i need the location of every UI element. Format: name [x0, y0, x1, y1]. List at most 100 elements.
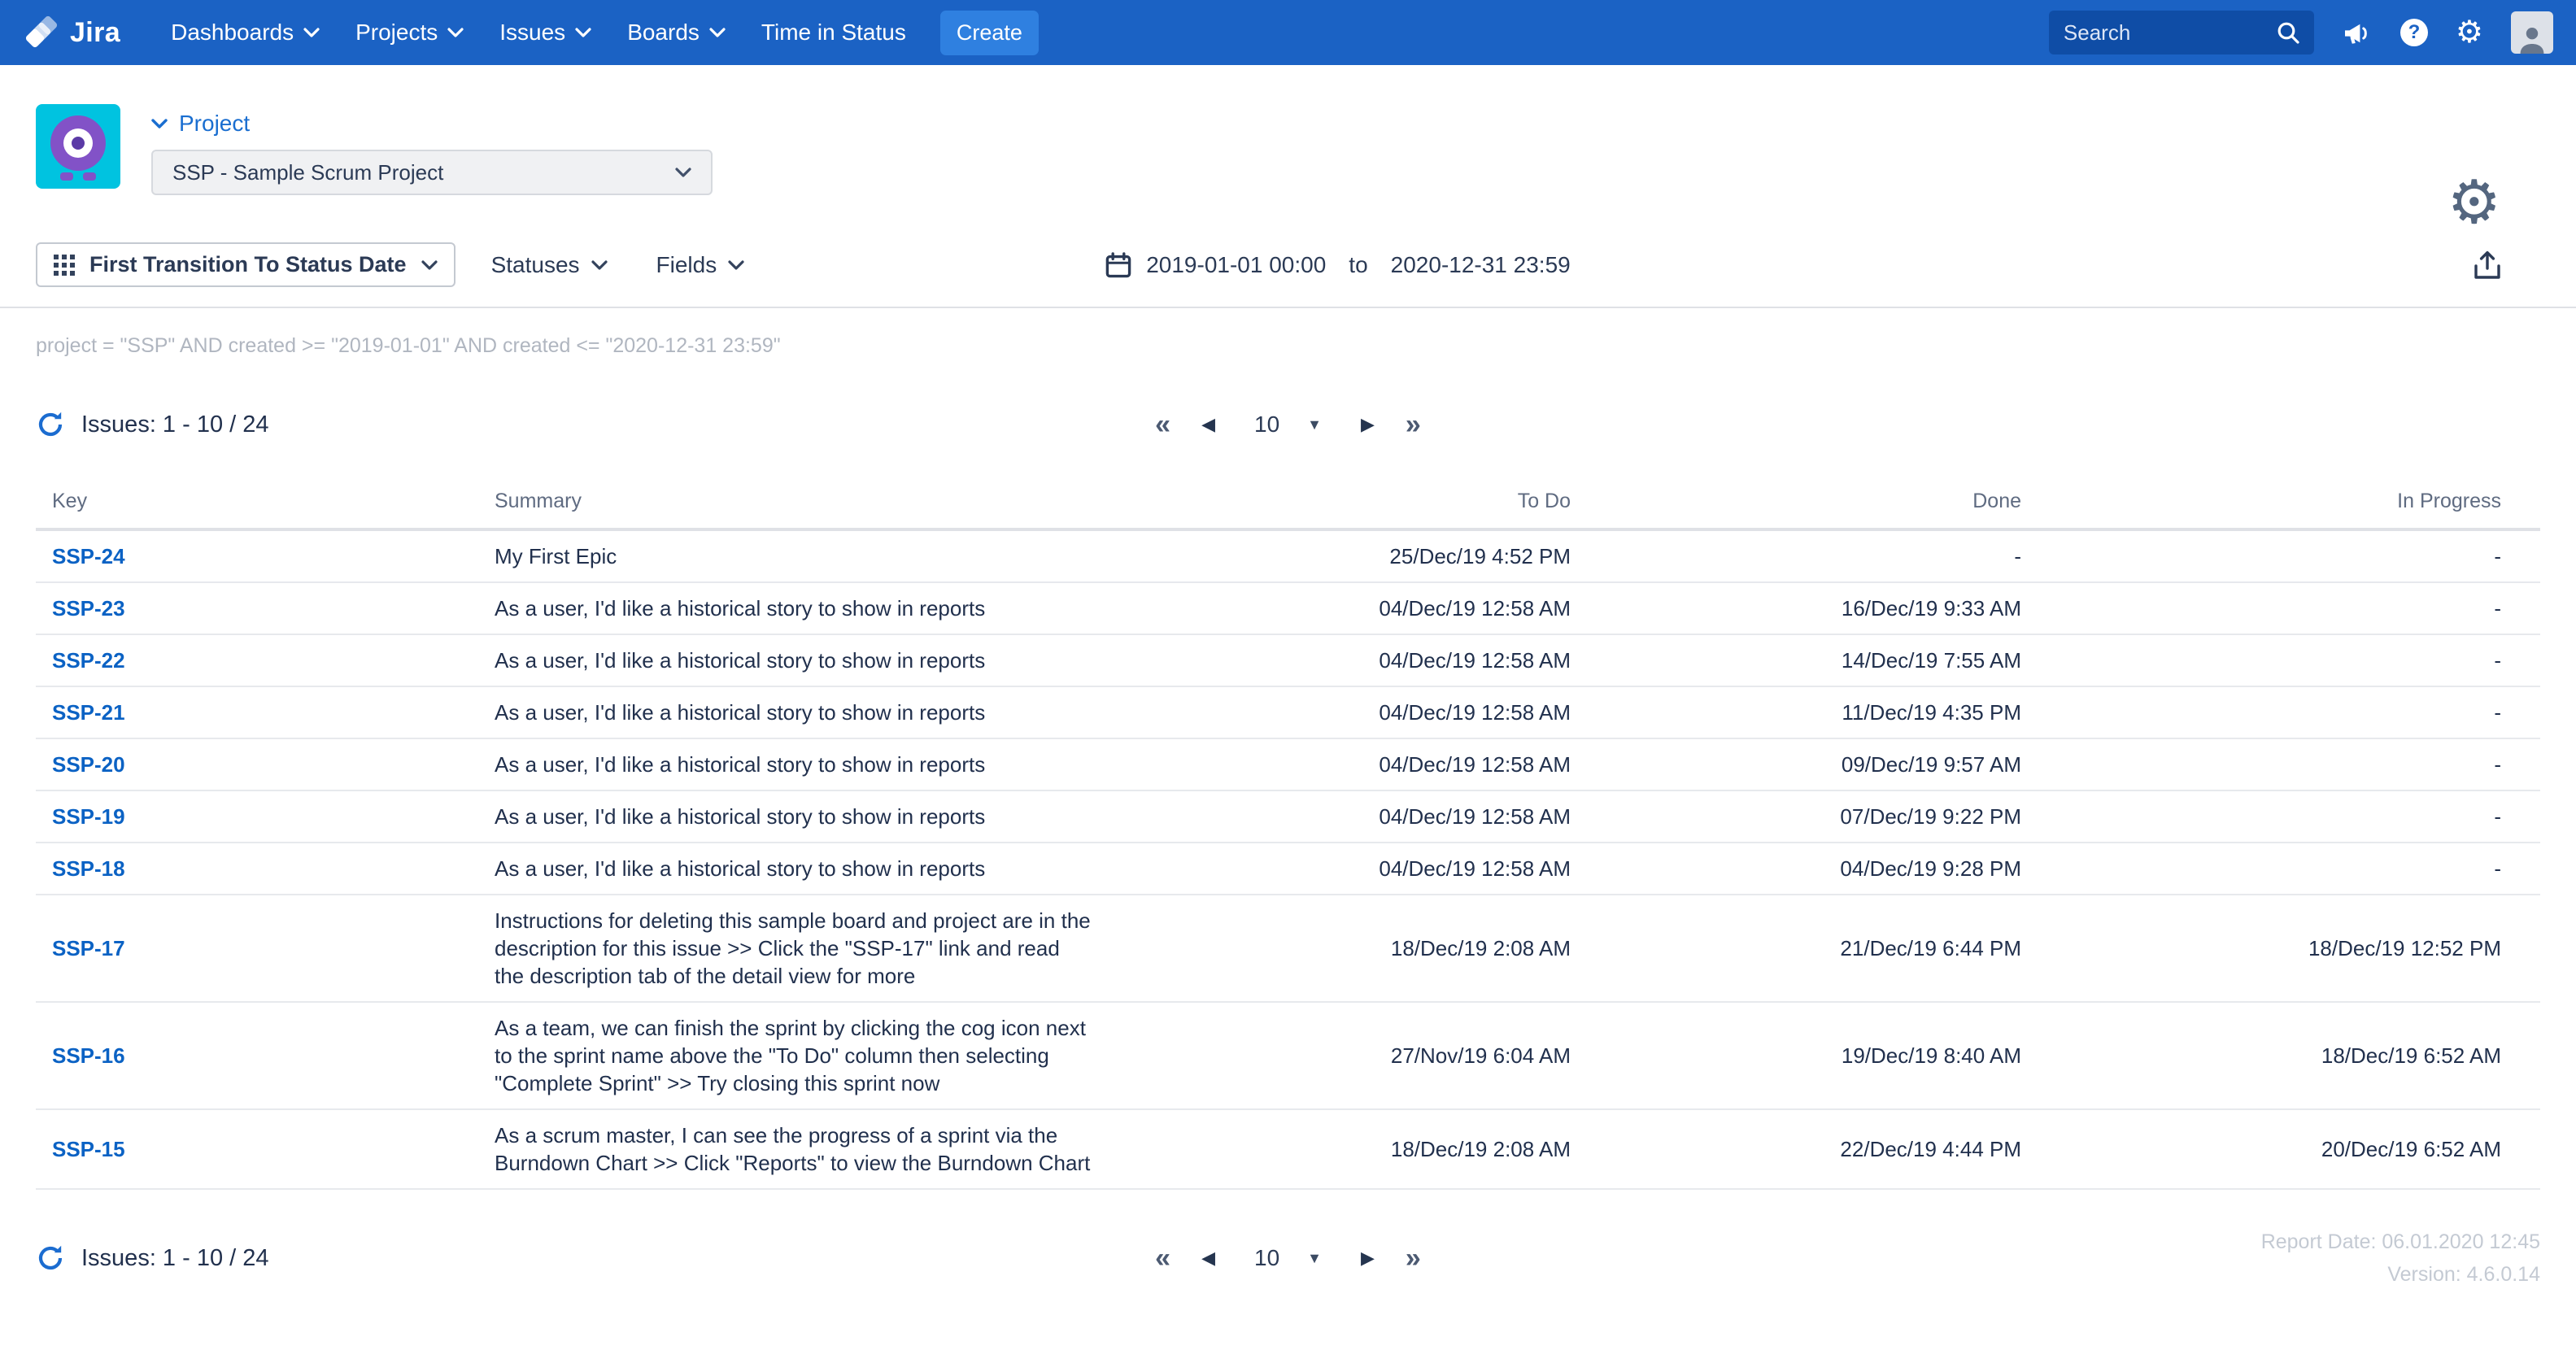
first-page-button[interactable]: «	[1155, 411, 1170, 438]
menu-time-in-status[interactable]: Time in Status	[743, 0, 924, 65]
issue-inprogress-cell: -	[2021, 738, 2540, 791]
column-header-done: Done	[1571, 475, 2021, 531]
search-box[interactable]	[2048, 11, 2314, 54]
next-page-button[interactable]: ▶	[1361, 416, 1375, 433]
issue-key-link[interactable]: SSP-23	[52, 596, 125, 621]
date-range-picker[interactable]: 2019-01-01 00:00 to 2020-12-31 23:59	[1105, 252, 1571, 278]
report-date-label: Report Date: 06.01.2020 12:45	[2260, 1230, 2540, 1253]
menu-time-in-status-label: Time in Status	[761, 20, 906, 45]
search-icon[interactable]	[2277, 21, 2299, 44]
table-row: SSP-23 As a user, I'd like a historical …	[36, 582, 2540, 635]
issue-key-link[interactable]: SSP-15	[52, 1137, 125, 1161]
refresh-icon[interactable]	[36, 410, 65, 439]
table-row: SSP-24 My First Epic 25/Dec/19 4:52 PM -…	[36, 529, 2540, 583]
issue-summary-cell: As a scrum master, I can see the progres…	[495, 1109, 1131, 1190]
project-select[interactable]: SSP - Sample Scrum Project	[151, 150, 713, 195]
last-page-button[interactable]: »	[1406, 1244, 1421, 1272]
issue-done-cell: -	[1571, 529, 2021, 583]
previous-page-button[interactable]: ◀	[1201, 416, 1215, 433]
menu-projects[interactable]: Projects	[338, 0, 482, 65]
column-header-key: Key	[36, 475, 495, 531]
fields-dropdown[interactable]: Fields	[656, 252, 745, 278]
menu-issues[interactable]: Issues	[482, 0, 609, 65]
chevron-down-icon	[575, 28, 591, 37]
issue-summary-cell: As a user, I'd like a historical story t…	[495, 634, 1131, 687]
issue-inprogress-cell: 18/Dec/19 6:52 AM	[2021, 1002, 2540, 1110]
user-avatar[interactable]	[2511, 11, 2553, 54]
issue-key-cell: SSP-23	[36, 582, 495, 635]
export-button[interactable]	[2474, 250, 2501, 280]
first-page-button[interactable]: «	[1155, 1244, 1170, 1272]
feedback-megaphone-icon[interactable]	[2342, 19, 2373, 46]
date-to: 2020-12-31 23:59	[1390, 251, 1571, 277]
report-settings-gear-icon[interactable]: ⚙	[2447, 172, 2501, 233]
jira-logo-icon	[24, 15, 59, 49]
jql-filter-text: project = "SSP" AND created >= "2019-01-…	[36, 334, 781, 357]
issue-todo-cell: 18/Dec/19 2:08 AM	[1131, 895, 1571, 1003]
pagination-bottom: « ◀ 10 ▼ ▶ »	[1155, 1239, 1421, 1278]
main-menu: Dashboards Projects Issues Boards Time i…	[153, 0, 924, 65]
issue-inprogress-cell: 18/Dec/19 12:52 PM	[2021, 895, 2540, 1003]
search-input[interactable]	[2063, 20, 2267, 46]
issue-key-link[interactable]: SSP-22	[52, 648, 125, 673]
issue-inprogress-cell: 20/Dec/19 6:52 AM	[2021, 1109, 2540, 1190]
last-page-button[interactable]: »	[1406, 411, 1421, 438]
issue-todo-cell: 04/Dec/19 12:58 AM	[1131, 738, 1571, 791]
menu-dashboards-label: Dashboards	[171, 20, 294, 45]
next-page-button[interactable]: ▶	[1361, 1249, 1375, 1267]
export-icon	[2474, 250, 2501, 285]
issue-key-cell: SSP-17	[36, 895, 495, 1003]
issues-table: Key Summary To Do Done In Progress SSP-2…	[36, 475, 2540, 1190]
settings-gear-icon[interactable]: ⚙	[2456, 17, 2483, 48]
previous-page-button[interactable]: ◀	[1201, 1249, 1215, 1267]
chevron-down-icon	[709, 28, 726, 37]
issue-todo-cell: 04/Dec/19 12:58 AM	[1131, 634, 1571, 687]
table-row: SSP-20 As a user, I'd like a historical …	[36, 738, 2540, 791]
issue-summary-cell: As a team, we can finish the sprint by c…	[495, 1002, 1131, 1110]
table-row: SSP-21 As a user, I'd like a historical …	[36, 686, 2540, 739]
chevron-down-icon	[447, 28, 464, 37]
issue-todo-cell: 04/Dec/19 12:58 AM	[1131, 843, 1571, 895]
issues-count-label: Issues: 1 - 10 / 24	[81, 411, 269, 438]
issue-key-link[interactable]: SSP-19	[52, 804, 125, 829]
create-button[interactable]: Create	[939, 10, 1039, 55]
menu-dashboards[interactable]: Dashboards	[153, 0, 338, 65]
issue-key-link[interactable]: SSP-20	[52, 752, 125, 777]
jira-brand[interactable]: Jira	[24, 15, 120, 49]
refresh-icon[interactable]	[36, 1243, 65, 1273]
page-size-select[interactable]: 10 ▼	[1246, 405, 1330, 444]
report-type-button[interactable]: First Transition To Status Date	[36, 242, 455, 287]
chevron-down-icon	[591, 259, 608, 270]
table-row: SSP-22 As a user, I'd like a historical …	[36, 634, 2540, 687]
issue-summary-cell: My First Epic	[495, 529, 1131, 583]
issue-todo-cell: 25/Dec/19 4:52 PM	[1131, 529, 1571, 583]
issue-todo-cell: 18/Dec/19 2:08 AM	[1131, 1109, 1571, 1190]
issue-key-link[interactable]: SSP-21	[52, 700, 125, 725]
issues-table-body: SSP-24 My First Epic 25/Dec/19 4:52 PM -…	[36, 529, 2540, 1190]
page-size-select[interactable]: 10 ▼	[1246, 1239, 1330, 1278]
date-from: 2019-01-01 00:00	[1146, 251, 1327, 277]
issue-key-link[interactable]: SSP-18	[52, 856, 125, 881]
column-header-summary: Summary	[495, 475, 1131, 531]
report-meta: Report Date: 06.01.2020 12:45 Version: 4…	[2261, 1226, 2540, 1291]
menu-boards-label: Boards	[627, 20, 700, 45]
page-header: Project SSP - Sample Scrum Project ⚙ Fir…	[0, 65, 2576, 308]
issue-key-link[interactable]: SSP-16	[52, 1043, 125, 1068]
issue-done-cell: 04/Dec/19 9:28 PM	[1571, 843, 2021, 895]
project-scope-toggle[interactable]: Project	[151, 111, 713, 137]
issue-done-cell: 11/Dec/19 4:35 PM	[1571, 686, 2021, 739]
statuses-dropdown[interactable]: Statuses	[491, 252, 608, 278]
menu-projects-label: Projects	[355, 20, 438, 45]
help-icon[interactable]: ?	[2399, 19, 2428, 46]
issue-key-cell: SSP-24	[36, 529, 495, 583]
issue-done-cell: 22/Dec/19 4:44 PM	[1571, 1109, 2021, 1190]
menu-boards[interactable]: Boards	[609, 0, 743, 65]
issue-key-cell: SSP-21	[36, 686, 495, 739]
issue-key-link[interactable]: SSP-24	[52, 544, 125, 568]
calendar-icon	[1105, 251, 1131, 278]
grid-icon	[54, 254, 75, 276]
issue-key-link[interactable]: SSP-17	[52, 936, 125, 960]
report-type-label: First Transition To Status Date	[89, 252, 407, 277]
fields-label: Fields	[656, 251, 717, 277]
pagination-top: « ◀ 10 ▼ ▶ »	[1155, 405, 1421, 444]
